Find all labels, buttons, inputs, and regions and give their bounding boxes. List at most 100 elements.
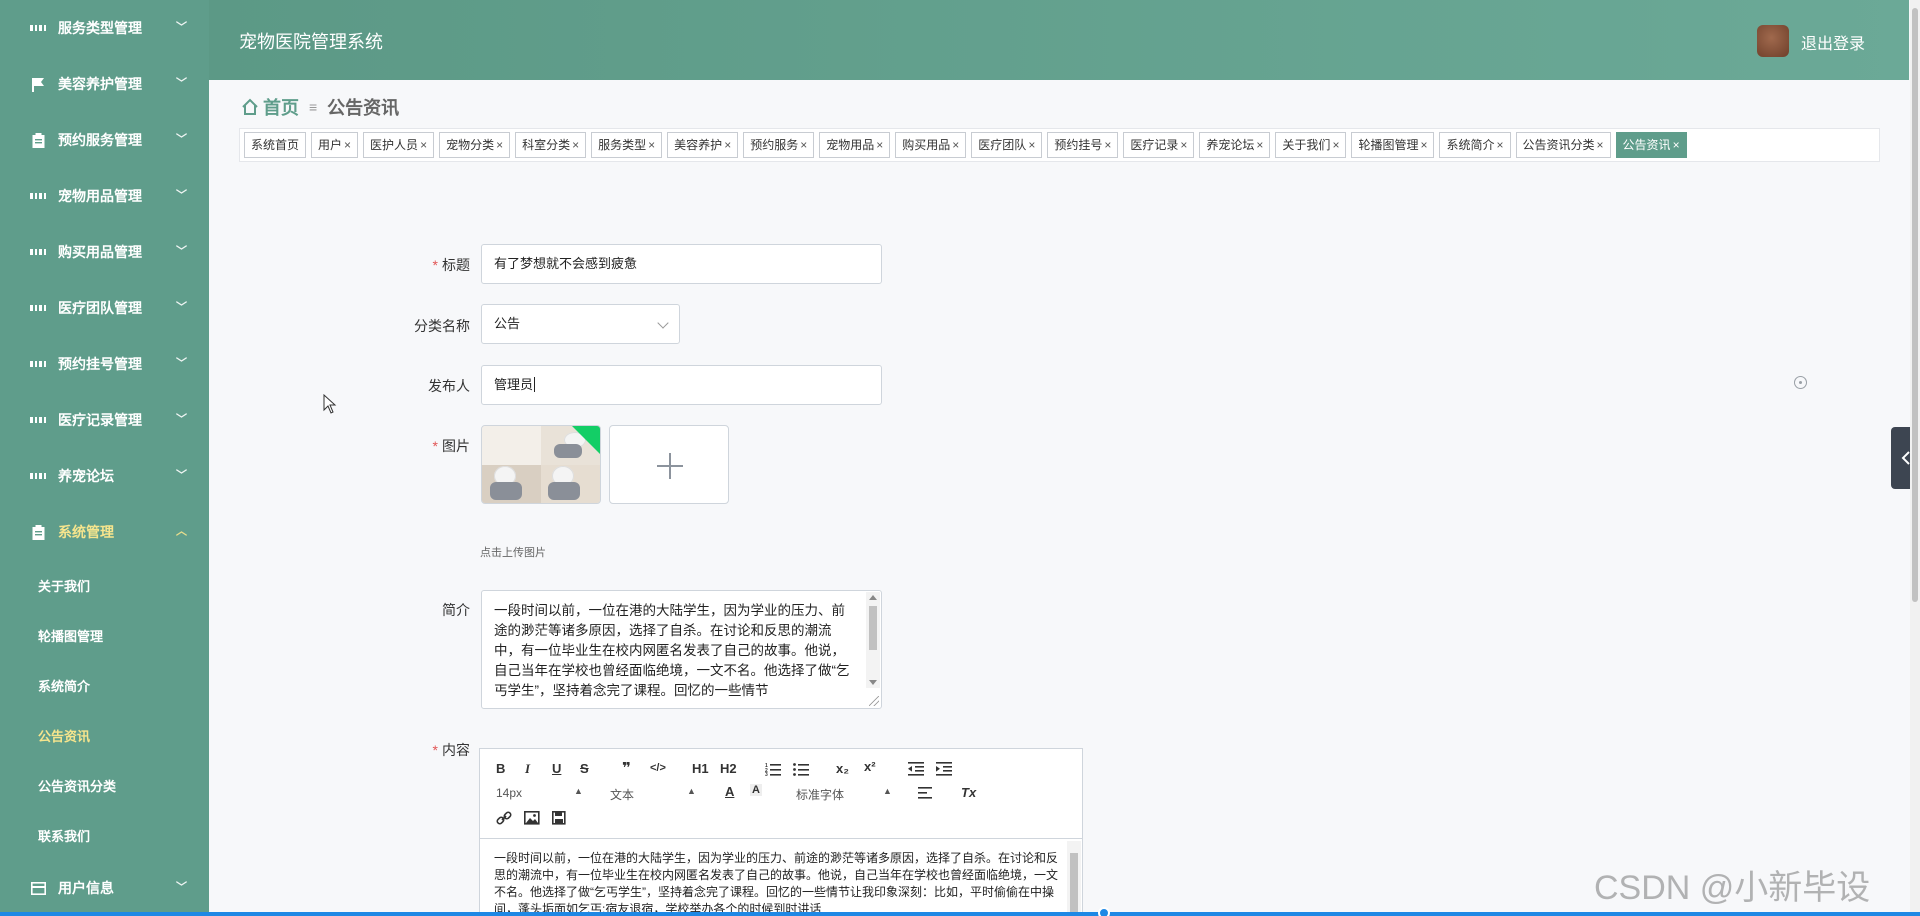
bullet-list-icon[interactable] [793, 762, 809, 776]
close-icon[interactable]: × [800, 138, 807, 152]
sidebar-subitem[interactable]: 联系我们 [0, 810, 209, 860]
sidebar-item[interactable]: 服务类型管理 ﹀ [0, 0, 209, 56]
tab-tag[interactable]: 系统首页 [244, 132, 307, 158]
close-icon[interactable]: × [1597, 138, 1604, 152]
tab-tag[interactable]: 关于我们 × [1275, 132, 1347, 158]
sidebar-item[interactable]: 预约服务管理 ﹀ [0, 112, 209, 168]
tab-tag[interactable]: 轮播图管理 × [1351, 132, 1435, 158]
indent-icon[interactable] [936, 762, 952, 776]
title-input[interactable]: 有了梦想就不会感到疲惫 [481, 244, 882, 284]
sidebar-subitem[interactable]: 轮播图管理 [0, 610, 209, 660]
image-icon[interactable] [524, 811, 540, 825]
tab-tag[interactable]: 系统简介 × [1439, 132, 1511, 158]
close-icon[interactable]: × [344, 138, 351, 152]
sidebar-subitem[interactable]: 公告资讯 [0, 710, 209, 760]
code-block-button[interactable]: </> [650, 762, 666, 774]
h1-button[interactable]: H1 [692, 761, 709, 776]
font-family-select[interactable]: 标准字体 [796, 786, 844, 803]
tab-tag[interactable]: 预约服务 × [743, 132, 815, 158]
close-icon[interactable]: × [648, 138, 655, 152]
text-type-arrow-icon: ▲ [687, 786, 696, 796]
editor-content[interactable]: 一段时间以前，一位在港的大陆学生，因为学业的压力、前途的渺茫等诸多原因，选择了自… [494, 850, 1059, 916]
tab-tag[interactable]: 科室分类 × [515, 132, 587, 158]
upload-image-button[interactable] [609, 425, 729, 504]
tab-tag[interactable]: 养宠论坛 × [1199, 132, 1271, 158]
tab-tag[interactable]: 医疗团队 × [971, 132, 1043, 158]
sidebar-item[interactable]: 预约挂号管理 ﹀ [0, 336, 209, 392]
close-icon[interactable]: × [1180, 138, 1187, 152]
close-icon[interactable]: × [1673, 138, 1680, 152]
outdent-icon[interactable] [908, 762, 924, 776]
underline-button[interactable]: U [552, 761, 561, 776]
subscript-button[interactable]: x₂ [836, 761, 849, 776]
sidebar-item[interactable]: 系统管理 ︿ [0, 504, 209, 560]
avatar[interactable] [1757, 25, 1789, 57]
close-icon[interactable]: × [420, 138, 427, 152]
editor-scrollbar[interactable] [1067, 841, 1081, 916]
link-icon[interactable] [496, 810, 512, 826]
intro-textarea[interactable]: 一段时间以前，一位在港的大陆学生，因为学业的压力、前途的渺茫等诸多原因，选择了自… [481, 590, 882, 709]
strike-button[interactable]: S [580, 761, 589, 776]
category-select[interactable]: 公告 [481, 304, 680, 344]
italic-button[interactable]: I [525, 761, 530, 777]
sidebar-item[interactable]: 医疗团队管理 ﹀ [0, 280, 209, 336]
sidebar-item-label: 医疗记录管理 [58, 412, 142, 428]
resize-handle[interactable] [869, 696, 879, 706]
close-icon[interactable]: × [1028, 138, 1035, 152]
page-scrollbar[interactable] [1910, 0, 1920, 916]
h2-button[interactable]: H2 [720, 761, 737, 776]
sidebar-item[interactable]: 美容养护管理 ﹀ [0, 56, 209, 112]
close-icon[interactable]: × [1332, 138, 1339, 152]
tab-tag[interactable]: 宠物用品 × [819, 132, 891, 158]
bold-button[interactable]: B [496, 761, 505, 776]
tab-tag[interactable]: 医疗记录 × [1123, 132, 1195, 158]
logout-button[interactable]: 退出登录 [1801, 30, 1865, 54]
tab-tag[interactable]: 医护人员 × [363, 132, 435, 158]
close-icon[interactable]: × [1104, 138, 1111, 152]
align-icon[interactable] [918, 787, 934, 801]
close-icon[interactable]: × [496, 138, 503, 152]
tag-label: 预约服务 [750, 138, 799, 152]
settings-dot-icon[interactable] [1794, 376, 1807, 389]
close-icon[interactable]: × [952, 138, 959, 152]
clear-format-button[interactable]: Tx [961, 785, 976, 800]
sidebar-item[interactable]: 养宠论坛 ﹀ [0, 448, 209, 504]
superscript-button[interactable]: x² [864, 759, 876, 774]
font-size-select[interactable]: 14px [496, 786, 522, 800]
sidebar-item[interactable]: 购买用品管理 ﹀ [0, 224, 209, 280]
sidebar-item[interactable]: 用户信息 ﹀ [0, 860, 209, 916]
top-header: 宠物医院管理系统 退出登录 [209, 0, 1909, 80]
background-color-icon[interactable]: A [750, 784, 762, 796]
tab-tag[interactable]: 宠物分类 × [439, 132, 511, 158]
close-icon[interactable]: × [1256, 138, 1263, 152]
tab-tag[interactable]: 购买用品 × [895, 132, 967, 158]
progress-handle[interactable] [1098, 907, 1110, 916]
close-icon[interactable]: × [1497, 138, 1504, 152]
tag-label: 科室分类 [522, 138, 571, 152]
tab-tag[interactable]: 公告资讯分类 × [1515, 132, 1611, 158]
tab-tag[interactable]: 公告资讯 × [1615, 132, 1687, 158]
sidebar-item[interactable]: 医疗记录管理 ﹀ [0, 392, 209, 448]
publisher-input[interactable]: 管理员 [481, 365, 882, 405]
tab-tag[interactable]: 预约挂号 × [1047, 132, 1119, 158]
text-type-select[interactable]: 文本 [610, 786, 634, 803]
uploaded-image-thumbnail[interactable] [481, 425, 601, 504]
close-icon[interactable]: × [1420, 138, 1427, 152]
tab-tag[interactable]: 美容养护 × [667, 132, 739, 158]
sidebar-subitem[interactable]: 关于我们 [0, 560, 209, 610]
close-icon[interactable]: × [724, 138, 731, 152]
intro-scrollbar[interactable] [866, 592, 880, 688]
ordered-list-icon[interactable]: 123 [765, 762, 781, 776]
font-size-arrow-icon: ▲ [574, 786, 583, 796]
sidebar-subitem[interactable]: 公告资讯分类 [0, 760, 209, 810]
tab-tag[interactable]: 用户 × [311, 132, 359, 158]
blockquote-button[interactable]: ❞ [622, 759, 631, 777]
close-icon[interactable]: × [876, 138, 883, 152]
tab-tag[interactable]: 服务类型 × [591, 132, 663, 158]
sidebar-subitem[interactable]: 系统简介 [0, 660, 209, 710]
close-icon[interactable]: × [572, 138, 579, 152]
save-icon[interactable] [552, 811, 566, 825]
font-color-icon[interactable]: A [725, 784, 734, 799]
sidebar-item[interactable]: 宠物用品管理 ﹀ [0, 168, 209, 224]
breadcrumb-home[interactable]: 首页 [263, 94, 299, 120]
